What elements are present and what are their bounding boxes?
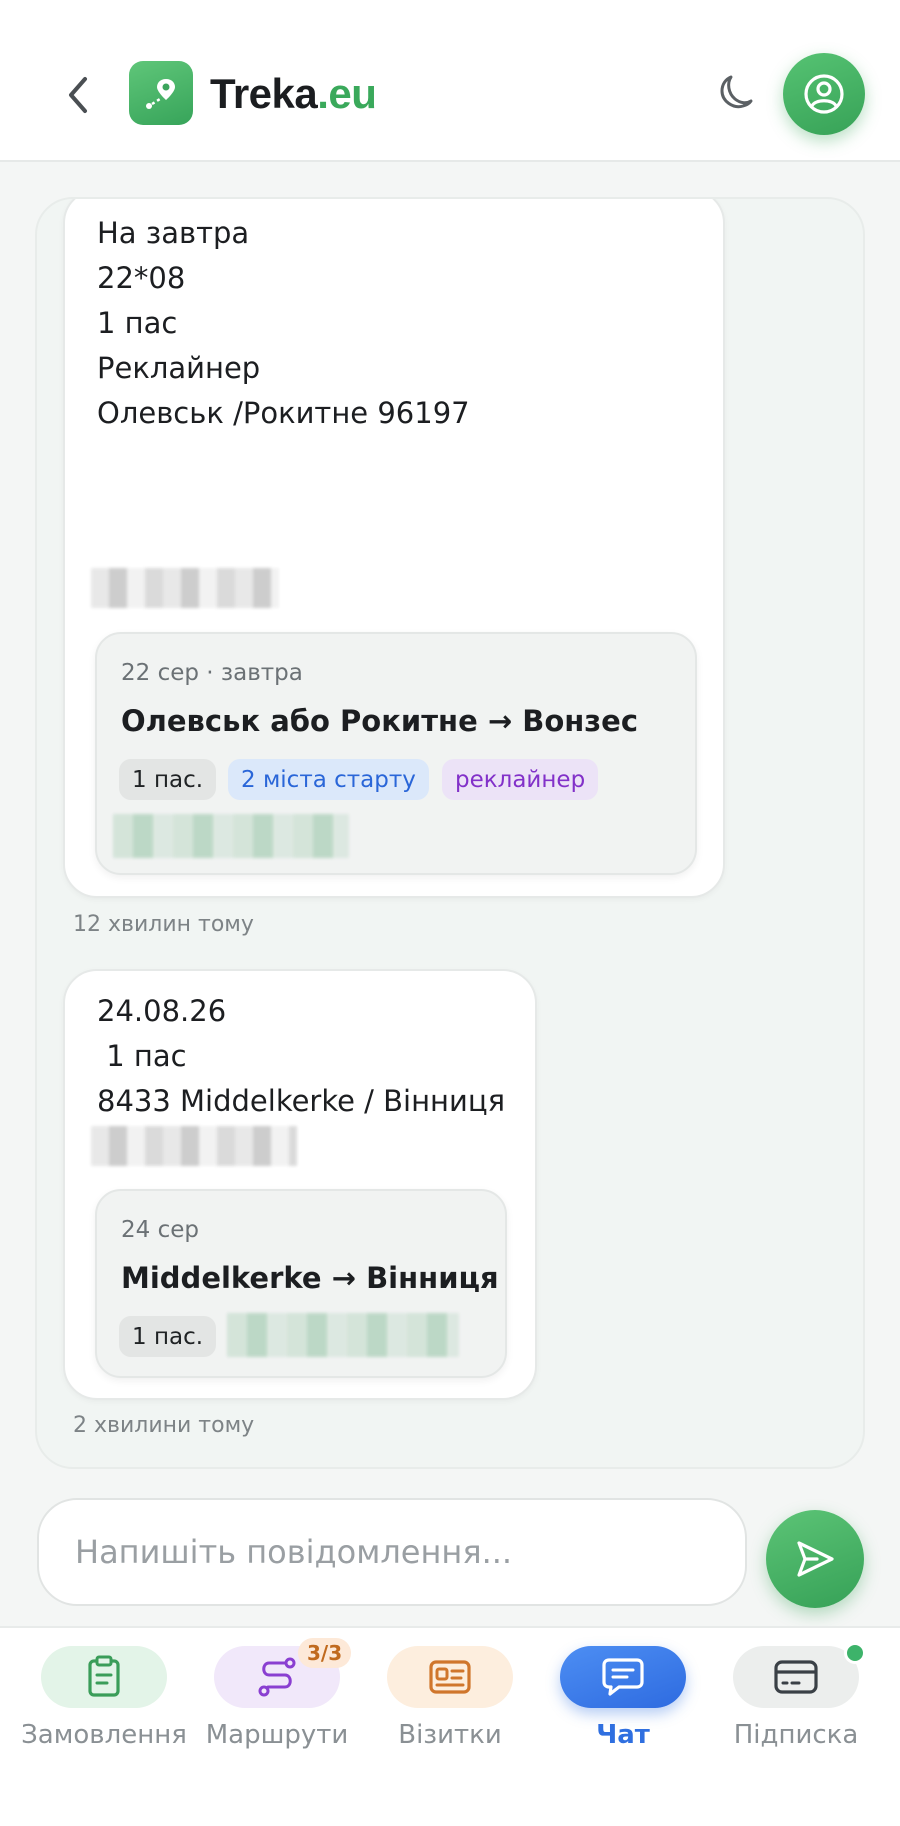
nav-label: Замовлення (21, 1720, 187, 1750)
trip-card[interactable]: 24 сер Middelkerke → Вінниця 1 пас. (95, 1189, 507, 1378)
user-circle-icon (804, 74, 844, 114)
route-icon (258, 1657, 296, 1697)
nav-item-orders[interactable]: Замовлення (14, 1628, 194, 1768)
nav-pill-active (560, 1646, 686, 1708)
send-icon (797, 1541, 834, 1577)
passengers-chip: 1 пас. (119, 759, 217, 800)
message-line: 22*08 (97, 261, 186, 295)
message-line: Олевськ /Рокитне 96197 (97, 396, 470, 430)
nav-label: Підписка (733, 1720, 859, 1750)
nav-item-chat[interactable]: Чат (533, 1628, 713, 1768)
credit-card-icon (774, 1660, 818, 1694)
recliner-chip: реклайнер (442, 759, 599, 800)
theme-toggle-button[interactable] (710, 70, 760, 120)
profile-button[interactable] (783, 53, 865, 135)
message-input[interactable]: Напишіть повідомлення... (37, 1498, 747, 1606)
redacted-phone (91, 568, 279, 608)
message-bubble: На завтра 22*08 1 пас Реклайнер Олевськ … (63, 199, 725, 898)
clipboard-icon (88, 1655, 120, 1697)
nav-label: Маршрути (205, 1720, 349, 1750)
message-line: 24.08.26 (97, 994, 227, 1028)
chat-icon (602, 1658, 644, 1696)
message-line: На завтра (97, 216, 250, 250)
brand-name-tld: .eu (317, 70, 377, 117)
bottom-navigation: Замовлення 3/3 Маршрути Візитки Чат Підп… (0, 1626, 900, 1826)
redacted-info (113, 814, 349, 858)
message-timestamp: 12 хвилин тому (73, 912, 254, 937)
app-header: Treka .eu (0, 0, 900, 162)
chat-messages-panel[interactable]: На завтра 22*08 1 пас Реклайнер Олевськ … (35, 197, 865, 1469)
nav-label: Візитки (398, 1720, 502, 1750)
moon-icon (720, 75, 753, 109)
trip-date: 22 сер · завтра (121, 660, 303, 686)
back-button[interactable] (58, 70, 98, 120)
message-timestamp: 2 хвилини тому (73, 1413, 255, 1438)
start-cities-chip: 2 міста старту (228, 759, 429, 800)
trip-card[interactable]: 22 сер · завтра Олевськ або Рокитне → Во… (95, 632, 697, 875)
trip-route: Олевськ або Рокитне → Вонзес (121, 704, 639, 738)
nav-pill (733, 1646, 859, 1708)
app-logo[interactable] (129, 61, 193, 125)
route-pin-icon (146, 79, 175, 109)
nav-pill (387, 1646, 513, 1708)
trip-date: 24 сер (121, 1217, 199, 1243)
chevron-left-icon (69, 77, 87, 113)
trip-route: Middelkerke → Вінниця (121, 1261, 499, 1295)
nav-item-business-cards[interactable]: Візитки (360, 1628, 540, 1768)
message-line: 8433 Middelkerke / Вінниця (97, 1084, 506, 1118)
brand-name: Treka .eu (210, 64, 377, 124)
message-line: 1 пас (97, 1039, 187, 1073)
brand-name-main: Treka (210, 70, 318, 117)
id-card-icon (429, 1660, 471, 1694)
routes-count-badge: 3/3 (298, 1638, 352, 1668)
nav-label: Чат (596, 1720, 650, 1750)
passengers-chip: 1 пас. (119, 1316, 217, 1357)
send-button[interactable] (766, 1510, 864, 1608)
message-line: 1 пас (97, 306, 178, 340)
nav-item-routes[interactable]: 3/3 Маршрути (187, 1628, 367, 1768)
message-line: Реклайнер (97, 351, 261, 385)
message-bubble: 24.08.26 1 пас 8433 Middelkerke / Вінниц… (63, 969, 537, 1400)
nav-item-subscription[interactable]: Підписка (706, 1628, 886, 1768)
nav-pill (41, 1646, 167, 1708)
redacted-phone (91, 1126, 297, 1166)
subscription-status-dot (844, 1642, 866, 1664)
redacted-info (227, 1313, 459, 1357)
